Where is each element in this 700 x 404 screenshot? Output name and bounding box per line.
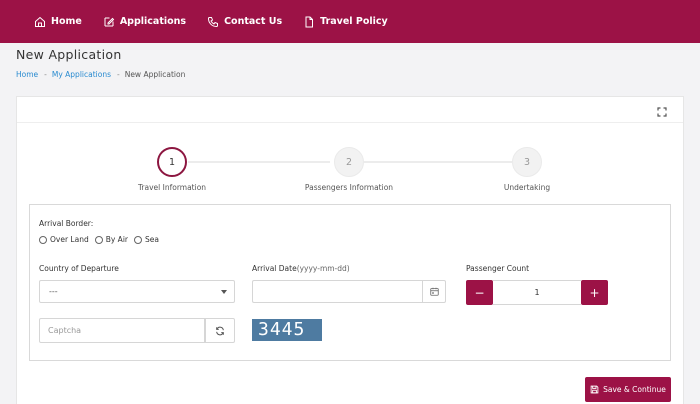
- radio-button[interactable]: [39, 235, 47, 244]
- arrival-date-label: Arrival Date(yyyy-mm-dd): [252, 264, 350, 273]
- arrival-border-radio-group: Over Land By Air Sea: [39, 235, 165, 244]
- country-of-departure-select[interactable]: ---: [39, 280, 235, 303]
- breadcrumb: Home - My Applications - New Application: [16, 70, 185, 79]
- passenger-count-field[interactable]: 1: [493, 280, 581, 305]
- stepper-connector: [188, 161, 330, 163]
- expand-icon[interactable]: [657, 107, 667, 117]
- step-1-number: 1: [168, 156, 176, 168]
- captcha-image: 3445: [252, 319, 322, 341]
- radio-label: By Air: [105, 235, 128, 244]
- nav-item-contact-label: Contact Us: [224, 16, 283, 27]
- stepper-connector: [364, 161, 512, 163]
- phone-icon: [208, 16, 219, 27]
- page-title: New Application: [16, 47, 122, 62]
- step-2-number: 2: [345, 156, 353, 168]
- step-3-label: Undertaking: [503, 183, 551, 192]
- calendar-icon: [429, 287, 439, 296]
- arrival-border-label: Arrival Border:: [39, 219, 94, 228]
- save-continue-button[interactable]: Save & Continue: [585, 377, 671, 402]
- step-1-label: Travel Information: [137, 183, 207, 192]
- edit-icon: [104, 17, 115, 26]
- radio-over-land[interactable]: Over Land: [39, 235, 89, 244]
- arrival-date-format-hint: (yyyy-mm-dd): [296, 264, 350, 273]
- nav-item-home[interactable]: Home: [34, 16, 82, 28]
- chevron-down-icon: [221, 290, 227, 294]
- step-1-circle[interactable]: 1: [157, 147, 187, 177]
- nav-item-applications[interactable]: Applications: [103, 16, 186, 28]
- nav-item-applications-label: Applications: [119, 16, 187, 27]
- breadcrumb-home-link[interactable]: Home: [16, 70, 38, 79]
- step-3-number: 3: [523, 156, 531, 168]
- country-select-value: ---: [49, 287, 58, 296]
- document-icon: [305, 16, 314, 27]
- passenger-count-label: Passenger Count: [466, 264, 530, 273]
- refresh-captcha-button[interactable]: [205, 318, 235, 343]
- breadcrumb-applications-link[interactable]: My Applications: [52, 70, 111, 79]
- radio-label: Over Land: [50, 235, 89, 244]
- top-navbar: Home Applications Contact Us Travel Poli…: [0, 0, 700, 43]
- captcha-input[interactable]: Captcha: [39, 318, 205, 343]
- country-of-departure-label: Country of Departure: [39, 264, 119, 273]
- breadcrumb-separator: -: [116, 70, 120, 79]
- nav-item-travel-policy-label: Travel Policy: [320, 16, 388, 27]
- save-continue-label: Save & Continue: [603, 385, 666, 394]
- application-card: 1 Travel Information 2 Passengers Inform…: [16, 96, 684, 404]
- arrival-date-input[interactable]: [252, 280, 422, 303]
- nav-item-travel-policy[interactable]: Travel Policy: [303, 16, 388, 28]
- nav-item-contact[interactable]: Contact Us: [207, 16, 282, 28]
- decrement-passenger-button[interactable]: −: [466, 280, 493, 305]
- step-2-circle[interactable]: 2: [334, 147, 364, 177]
- step-2-label: Passengers Information: [304, 183, 394, 192]
- home-icon: [35, 16, 45, 27]
- breadcrumb-separator: -: [44, 70, 47, 79]
- radio-label: Sea: [144, 235, 159, 244]
- radio-sea[interactable]: Sea: [133, 235, 159, 244]
- step-3-circle[interactable]: 3: [512, 147, 542, 177]
- refresh-icon: [216, 326, 224, 335]
- radio-button[interactable]: [94, 235, 103, 244]
- calendar-button[interactable]: [422, 280, 446, 303]
- travel-info-form: Arrival Border: Over Land By Air Sea Cou…: [29, 204, 671, 361]
- card-header: [17, 97, 683, 123]
- save-icon: [590, 385, 599, 394]
- radio-by-air[interactable]: By Air: [94, 235, 128, 244]
- radio-button[interactable]: [133, 235, 142, 244]
- increment-passenger-button[interactable]: +: [581, 280, 608, 305]
- breadcrumb-current: New Application: [124, 70, 186, 79]
- nav-item-home-label: Home: [51, 16, 82, 27]
- arrival-date-label-text: Arrival Date: [252, 264, 297, 273]
